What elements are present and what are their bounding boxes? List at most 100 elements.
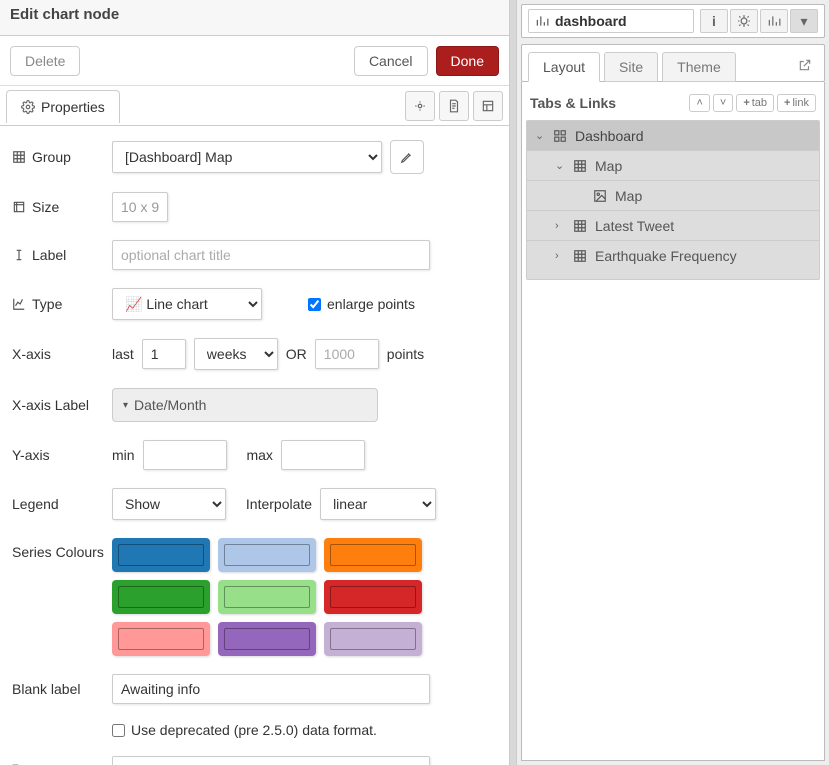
tree-item-map-group[interactable]: ⌄ Map xyxy=(527,151,819,181)
form-area: Group [Dashboard] Map Size xyxy=(0,126,509,765)
colour-swatch-4[interactable] xyxy=(218,580,316,614)
colour-swatch-1[interactable] xyxy=(218,538,316,572)
right-panel: dashboard i ▾ Layout Site Theme xyxy=(516,0,829,765)
resize-icon xyxy=(12,200,26,214)
tree-root-dashboard[interactable]: ⌄ Dashboard xyxy=(527,121,819,151)
layout-tab[interactable]: Layout xyxy=(528,52,600,82)
colour-swatch-2[interactable] xyxy=(324,538,422,572)
debug-button[interactable] xyxy=(730,9,758,33)
add-link-button[interactable]: +link xyxy=(777,94,816,112)
colour-swatch-0[interactable] xyxy=(112,538,210,572)
right-title-box[interactable]: dashboard xyxy=(528,9,694,33)
edit-panel: Edit chart node Delete Cancel Done Prope… xyxy=(0,0,510,765)
cancel-button[interactable]: Cancel xyxy=(354,46,428,76)
xaxis-or-text: OR xyxy=(286,346,307,362)
size-label: Size xyxy=(12,199,112,215)
add-tab-button[interactable]: +tab xyxy=(736,94,774,112)
gear-icon xyxy=(413,99,427,113)
tabs-link-title: Tabs & Links xyxy=(530,95,616,111)
tree-item-latest-tweet[interactable]: › Latest Tweet xyxy=(527,211,819,241)
site-tab[interactable]: Site xyxy=(604,52,658,82)
type-select[interactable]: 📈 Line chart xyxy=(112,288,262,320)
yaxis-min-input[interactable] xyxy=(143,440,227,470)
edit-group-button[interactable] xyxy=(390,140,424,174)
label-label: Label xyxy=(12,247,112,263)
line-chart-icon xyxy=(12,297,26,311)
name-input[interactable] xyxy=(112,756,430,765)
colour-swatch-6[interactable] xyxy=(112,622,210,656)
right-tabs: Layout Site Theme xyxy=(521,44,825,82)
legend-select[interactable]: Show xyxy=(112,488,226,520)
bar-chart-icon xyxy=(535,14,549,28)
bug-icon xyxy=(737,14,751,28)
blank-label: Blank label xyxy=(12,681,112,697)
colour-swatch-7[interactable] xyxy=(218,622,316,656)
xaxis-points-text: points xyxy=(387,346,424,362)
interpolate-label: Interpolate xyxy=(246,496,312,512)
collapse-down-button[interactable]: ˅ xyxy=(713,94,733,112)
external-link-button[interactable] xyxy=(792,52,818,81)
delete-button[interactable]: Delete xyxy=(10,46,80,76)
label-input[interactable] xyxy=(112,240,430,270)
tree-item-map-widget[interactable]: Map xyxy=(527,181,819,211)
yaxis-max-text: max xyxy=(246,447,272,463)
chart-button[interactable] xyxy=(760,9,788,33)
xaxis-last-text: last xyxy=(112,346,134,362)
right-topbar: dashboard i ▾ xyxy=(521,4,825,38)
right-body: Tabs & Links ˄ ˅ +tab +link ⌄ Dashboard … xyxy=(521,82,825,761)
colour-swatch-8[interactable] xyxy=(324,622,422,656)
colours-label: Series Colours xyxy=(12,538,112,560)
file-icon xyxy=(447,99,461,113)
bars-icon xyxy=(767,14,781,28)
enlarge-points-checkbox[interactable]: enlarge points xyxy=(308,296,415,312)
properties-tab[interactable]: Properties xyxy=(6,90,120,123)
yaxis-label: Y-axis xyxy=(12,447,112,463)
blank-input[interactable] xyxy=(112,674,430,704)
xaxis-unit-select[interactable]: weeks xyxy=(194,338,278,370)
panel-title: Edit chart node xyxy=(0,0,509,36)
gear-icon xyxy=(21,100,35,114)
size-input[interactable] xyxy=(112,192,168,222)
xaxislabel-selector[interactable]: ▾ Date/Month xyxy=(112,388,378,422)
type-label: Type xyxy=(12,296,112,312)
panel-tabrow: Properties xyxy=(0,86,509,126)
external-link-icon xyxy=(798,58,812,72)
colour-swatch-3[interactable] xyxy=(112,580,210,614)
dashboard-icon xyxy=(553,129,567,143)
settings-icon-button[interactable] xyxy=(405,91,435,121)
xaxis-label: X-axis xyxy=(12,346,112,362)
grid-icon xyxy=(573,249,587,263)
xaxis-last-input[interactable] xyxy=(142,339,186,369)
layout-icon xyxy=(481,99,495,113)
enlarge-points-input[interactable] xyxy=(308,298,321,311)
pencil-icon xyxy=(400,150,414,164)
info-icon-button[interactable] xyxy=(439,91,469,121)
legend-label: Legend xyxy=(12,496,112,512)
collapse-up-button[interactable]: ˄ xyxy=(689,94,709,112)
interpolate-select[interactable]: linear xyxy=(320,488,436,520)
xaxis-points-input[interactable] xyxy=(315,339,379,369)
text-cursor-icon xyxy=(12,248,26,262)
tree-item-earthquake-frequency[interactable]: › Earthquake Frequency xyxy=(527,241,819,271)
colour-swatch-5[interactable] xyxy=(324,580,422,614)
colour-grid xyxy=(112,538,442,656)
image-icon xyxy=(593,189,607,203)
deprecated-checkbox[interactable]: Use deprecated (pre 2.5.0) data format. xyxy=(112,722,377,738)
grid-icon xyxy=(12,150,26,164)
yaxis-max-input[interactable] xyxy=(281,440,365,470)
theme-tab[interactable]: Theme xyxy=(662,52,736,82)
dropdown-button[interactable]: ▾ xyxy=(790,9,818,33)
group-select[interactable]: [Dashboard] Map xyxy=(112,141,382,173)
layout-icon-button[interactable] xyxy=(473,91,503,121)
xaxislabel-label: X-axis Label xyxy=(12,397,112,413)
group-label: Group xyxy=(12,149,112,165)
grid-icon xyxy=(573,159,587,173)
info-button[interactable]: i xyxy=(700,9,728,33)
grid-icon xyxy=(573,219,587,233)
yaxis-min-text: min xyxy=(112,447,135,463)
properties-tab-label: Properties xyxy=(41,99,105,115)
done-button[interactable]: Done xyxy=(436,46,499,76)
panel-actions: Delete Cancel Done xyxy=(0,36,509,86)
tree: ⌄ Dashboard ⌄ Map Map › Latest xyxy=(526,120,820,280)
deprecated-input[interactable] xyxy=(112,724,125,737)
